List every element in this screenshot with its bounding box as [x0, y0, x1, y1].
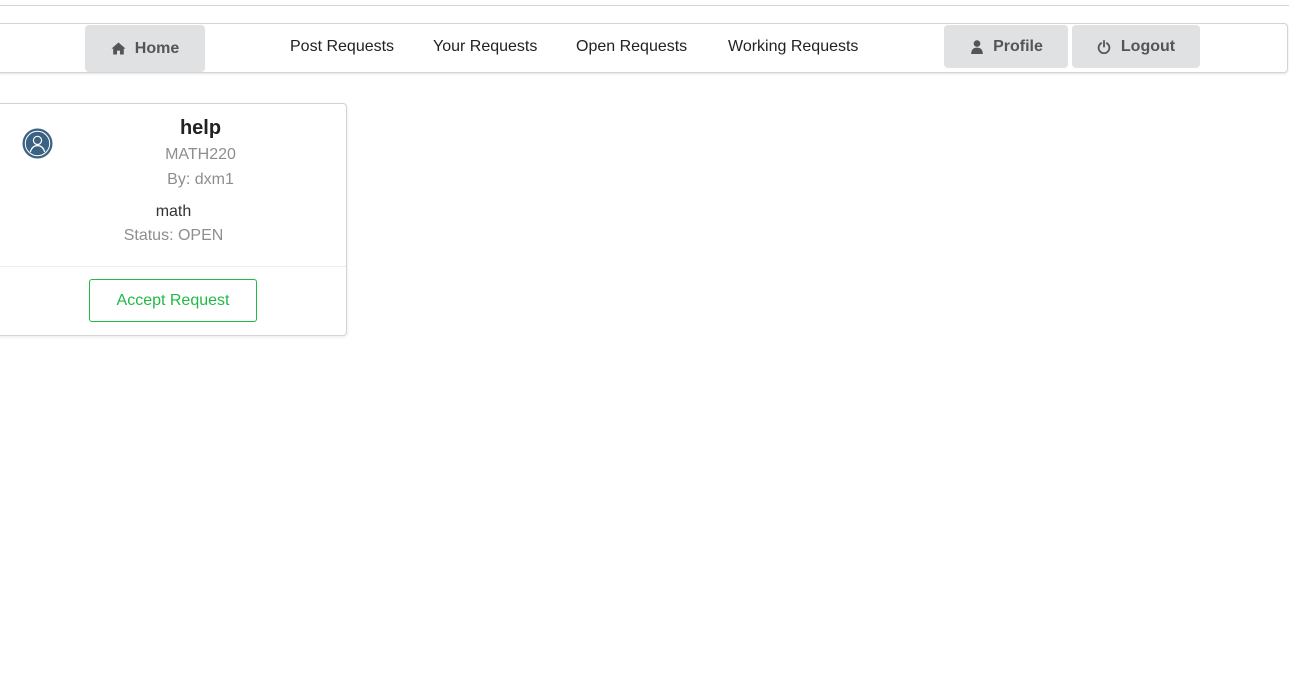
request-course: MATH220 — [165, 146, 236, 163]
logout-label: Logout — [1120, 37, 1176, 55]
nav-your-requests[interactable]: Your Requests — [433, 38, 537, 56]
nav-open-requests[interactable]: Open Requests — [576, 38, 687, 56]
power-icon — [1097, 39, 1112, 54]
accept-request-button[interactable]: Accept Request — [89, 279, 257, 322]
request-title: help — [179, 117, 222, 139]
profile-label: Profile — [993, 37, 1043, 55]
profile-button[interactable]: Profile — [944, 25, 1068, 68]
request-card: help MATH220 By: dxm1 math Status: OPEN … — [0, 103, 347, 336]
request-status: Status: OPEN — [123, 227, 224, 244]
browser-top-edge — [0, 0, 1289, 6]
logout-button[interactable]: Logout — [1072, 25, 1200, 68]
request-author: By: dxm1 — [167, 171, 234, 188]
user-icon — [969, 39, 984, 54]
home-icon — [111, 41, 126, 56]
nav-working-requests[interactable]: Working Requests — [728, 38, 858, 56]
top-nav-menu: Home Post Requests Your Requests Open Re… — [0, 23, 1288, 73]
card-divider — [0, 266, 346, 267]
nav-post-requests[interactable]: Post Requests — [290, 38, 394, 56]
home-label: Home — [134, 39, 180, 57]
home-button[interactable]: Home — [85, 25, 205, 72]
request-description: math — [155, 203, 192, 220]
